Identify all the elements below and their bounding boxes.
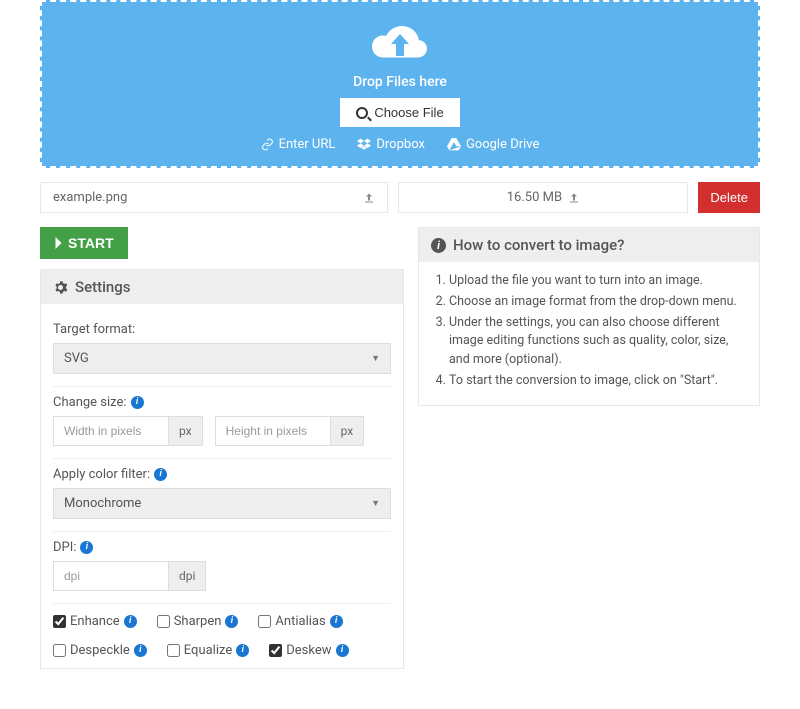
chevron-right-icon: [54, 237, 63, 249]
antialias-checkbox[interactable]: Antialiasi: [258, 614, 342, 629]
file-size-text: 16.50 MB: [507, 190, 562, 205]
file-size-cell: 16.50 MB: [398, 182, 688, 213]
file-dropzone[interactable]: Drop Files here Choose File Enter URL Dr…: [40, 0, 760, 168]
height-unit: px: [331, 416, 365, 446]
chevron-down-icon: ▼: [371, 498, 380, 509]
target-format-select[interactable]: SVG ▼: [53, 343, 391, 374]
file-name-text: example.png: [53, 190, 127, 205]
choose-file-label: Choose File: [374, 105, 443, 120]
drop-files-label: Drop Files here: [52, 74, 748, 90]
info-icon[interactable]: i: [330, 615, 343, 628]
settings-panel: Settings Target format: SVG ▼ Change siz…: [40, 269, 404, 669]
howto-step: Upload the file you want to turn into an…: [449, 272, 743, 291]
settings-header: Settings: [41, 270, 403, 304]
howto-step: To start the conversion to image, click …: [449, 372, 743, 391]
change-size-label: Change size:: [53, 395, 127, 410]
target-format-label: Target format:: [53, 322, 391, 337]
info-icon[interactable]: i: [225, 615, 238, 628]
search-icon: [356, 107, 368, 119]
color-filter-select[interactable]: Monochrome ▼: [53, 488, 391, 519]
uploaded-file-row: example.png 16.50 MB Delete: [40, 182, 760, 213]
size-upload-icon: [568, 192, 580, 204]
height-input[interactable]: [215, 416, 331, 446]
howto-header: i How to convert to image?: [419, 228, 759, 262]
equalize-checkbox[interactable]: Equalizei: [167, 643, 249, 658]
info-icon[interactable]: i: [124, 615, 137, 628]
enter-url-link[interactable]: Enter URL: [261, 137, 336, 152]
enhance-checkbox[interactable]: Enhancei: [53, 614, 137, 629]
dropbox-link[interactable]: Dropbox: [357, 137, 425, 152]
width-unit: px: [169, 416, 203, 446]
info-icon: i: [431, 238, 446, 253]
dpi-input[interactable]: [53, 561, 169, 591]
howto-step: Choose an image format from the drop-dow…: [449, 293, 743, 312]
google-drive-icon: [447, 138, 461, 151]
dpi-unit: dpi: [169, 561, 206, 591]
info-icon[interactable]: i: [131, 396, 144, 409]
choose-file-button[interactable]: Choose File: [340, 98, 459, 127]
info-icon[interactable]: i: [80, 541, 93, 554]
info-icon[interactable]: i: [336, 644, 349, 657]
delete-button[interactable]: Delete: [698, 182, 760, 213]
color-filter-label: Apply color filter:: [53, 467, 150, 482]
dpi-label: DPI:: [53, 540, 76, 555]
howto-step: Under the settings, you can also choose …: [449, 314, 743, 370]
info-icon[interactable]: i: [134, 644, 147, 657]
google-drive-link[interactable]: Google Drive: [447, 137, 539, 152]
chevron-down-icon: ▼: [371, 353, 380, 364]
sharpen-checkbox[interactable]: Sharpeni: [157, 614, 239, 629]
howto-panel: i How to convert to image? Upload the fi…: [418, 227, 760, 406]
dropbox-icon: [357, 138, 371, 151]
width-input[interactable]: [53, 416, 169, 446]
file-name-cell: example.png: [40, 182, 388, 213]
file-upload-icon: [363, 192, 375, 204]
start-button[interactable]: START: [40, 227, 128, 259]
link-icon: [261, 138, 274, 151]
despeckle-checkbox[interactable]: Despecklei: [53, 643, 147, 658]
info-icon[interactable]: i: [154, 468, 167, 481]
info-icon[interactable]: i: [236, 644, 249, 657]
deskew-checkbox[interactable]: Deskewi: [269, 643, 348, 658]
cloud-upload-icon: [52, 22, 748, 70]
howto-steps: Upload the file you want to turn into an…: [419, 262, 759, 405]
gears-icon: [53, 280, 68, 295]
